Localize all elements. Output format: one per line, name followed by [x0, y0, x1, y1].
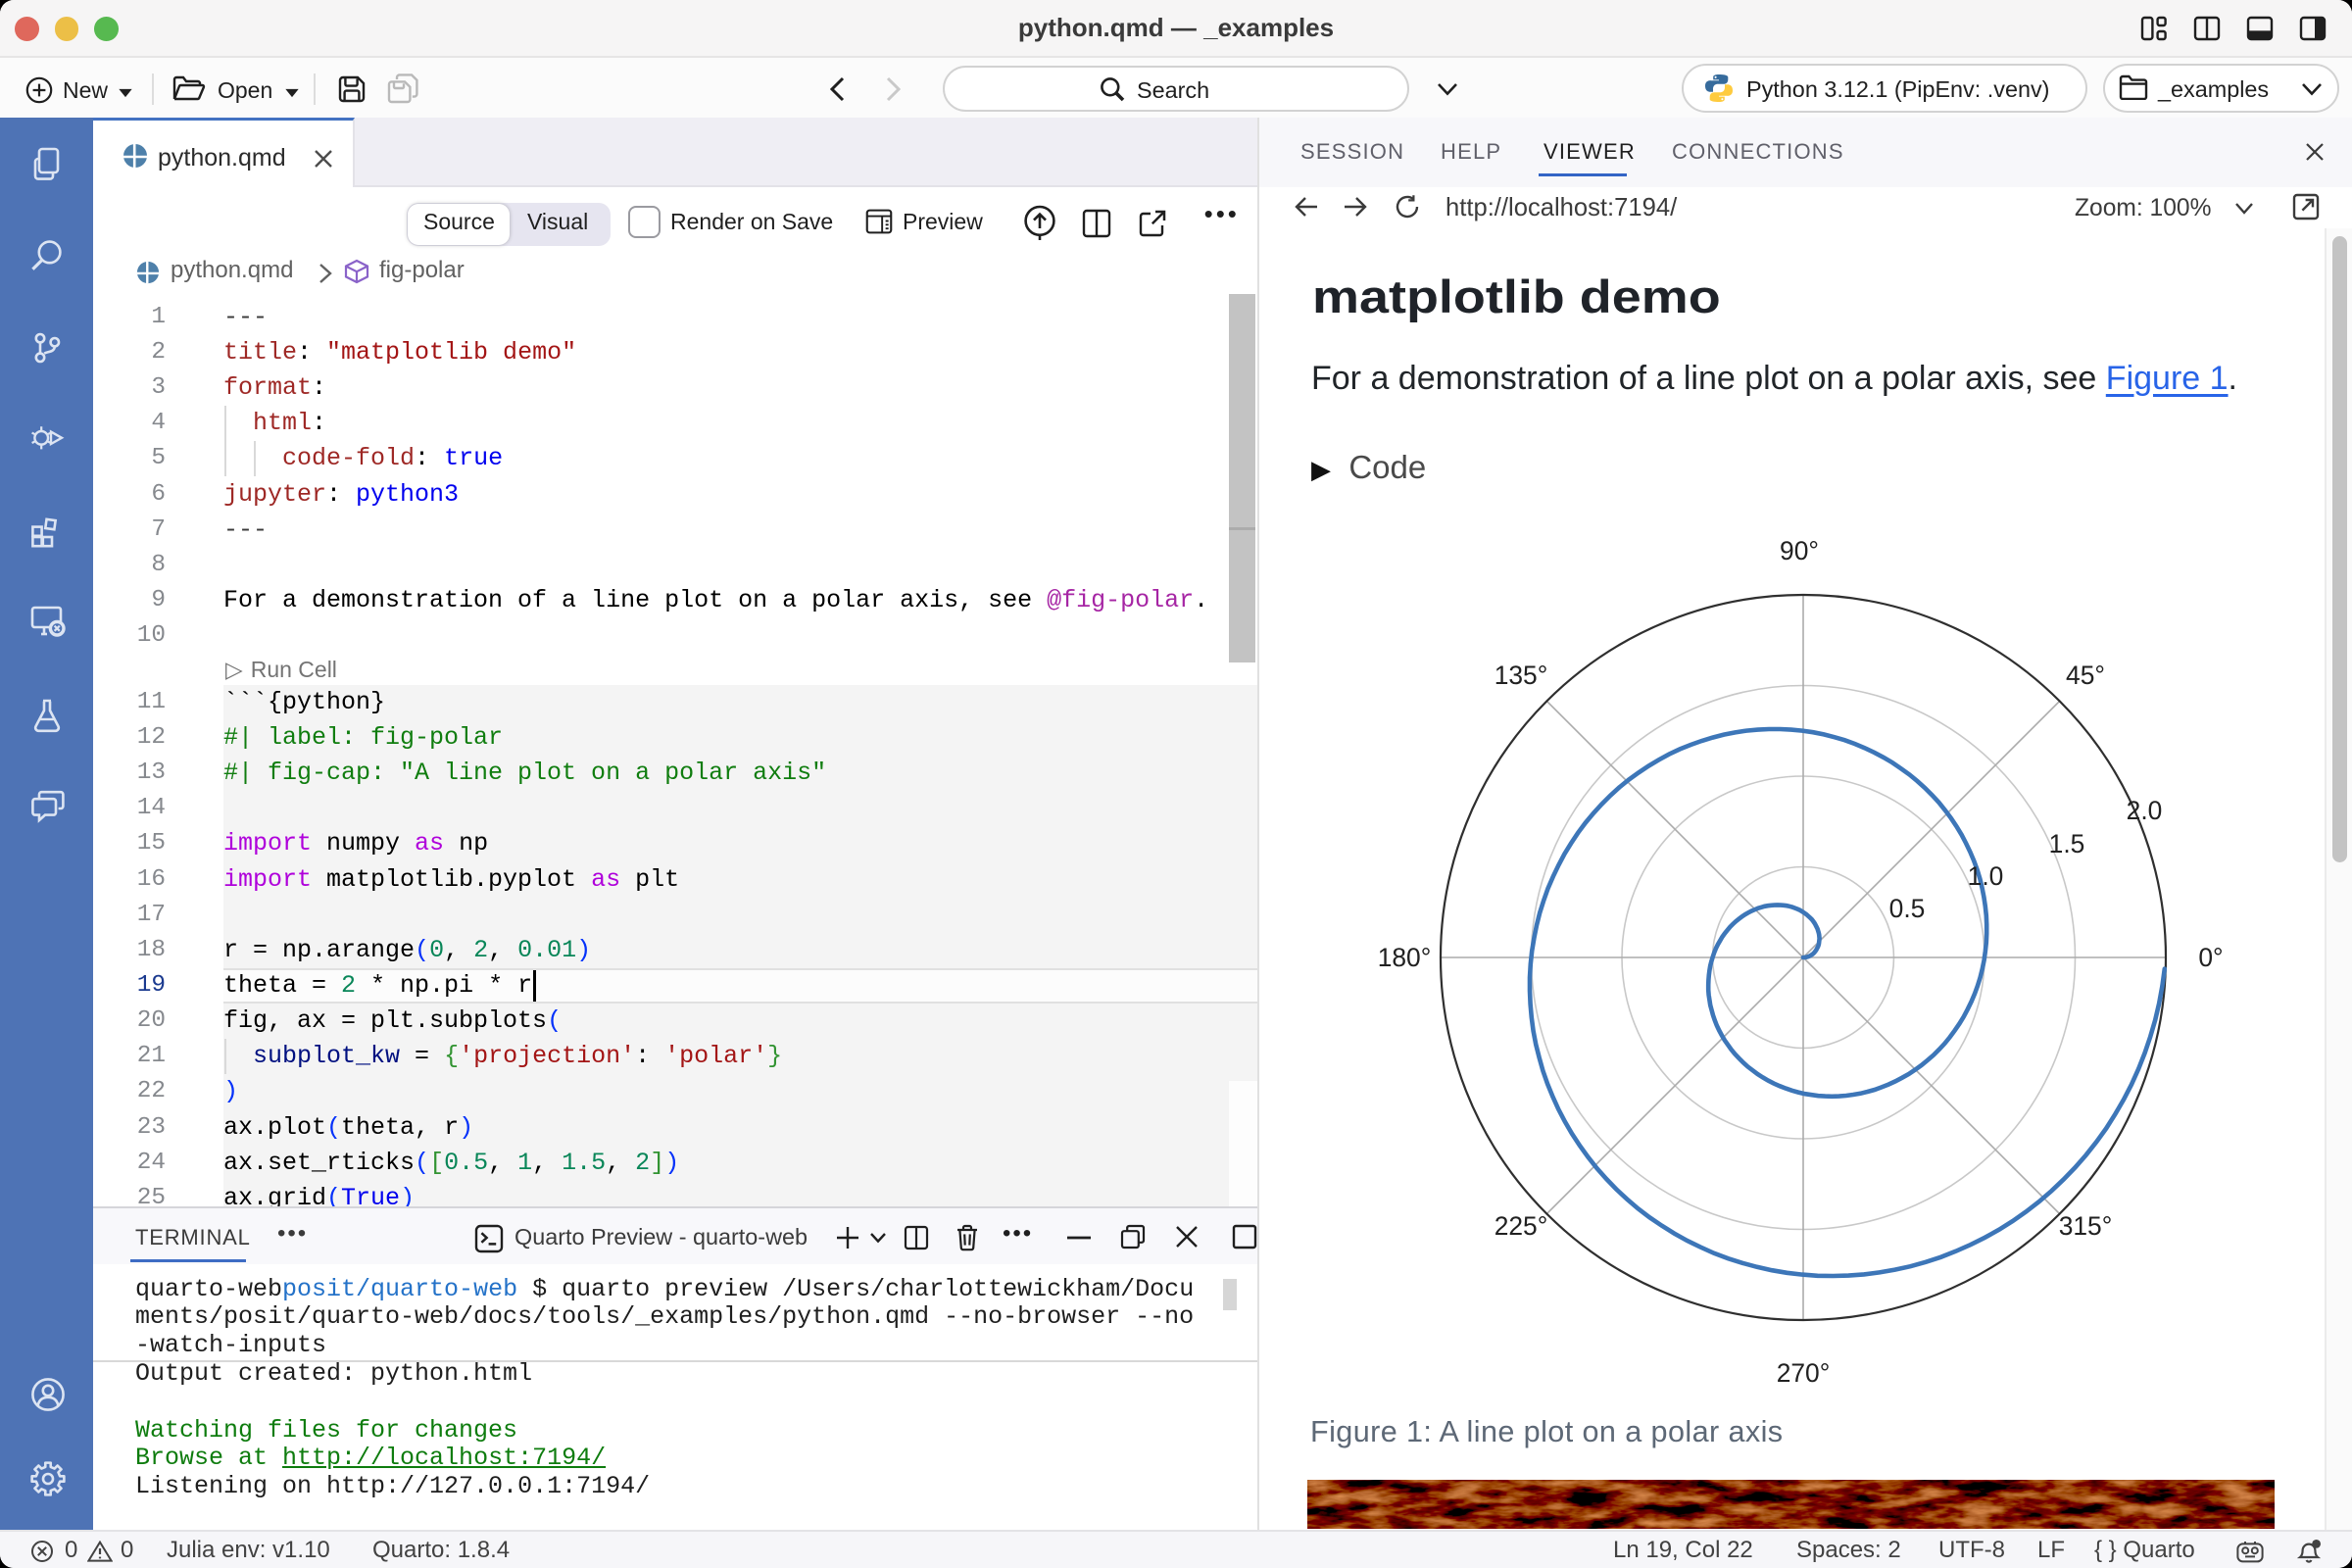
- svg-text:90°: 90°: [1780, 536, 1819, 565]
- svg-text:135°: 135°: [1494, 661, 1548, 690]
- svg-text:180°: 180°: [1378, 943, 1432, 972]
- svg-text:225°: 225°: [1494, 1211, 1548, 1241]
- svg-text:1.0: 1.0: [1968, 861, 2004, 891]
- svg-text:270°: 270°: [1777, 1358, 1831, 1388]
- svg-text:45°: 45°: [2066, 661, 2105, 690]
- svg-text:0.5: 0.5: [1889, 894, 1926, 923]
- svg-text:0°: 0°: [2198, 943, 2223, 972]
- svg-text:2.0: 2.0: [2127, 796, 2163, 825]
- svg-text:315°: 315°: [2059, 1211, 2113, 1241]
- svg-text:1.5: 1.5: [2049, 829, 2085, 858]
